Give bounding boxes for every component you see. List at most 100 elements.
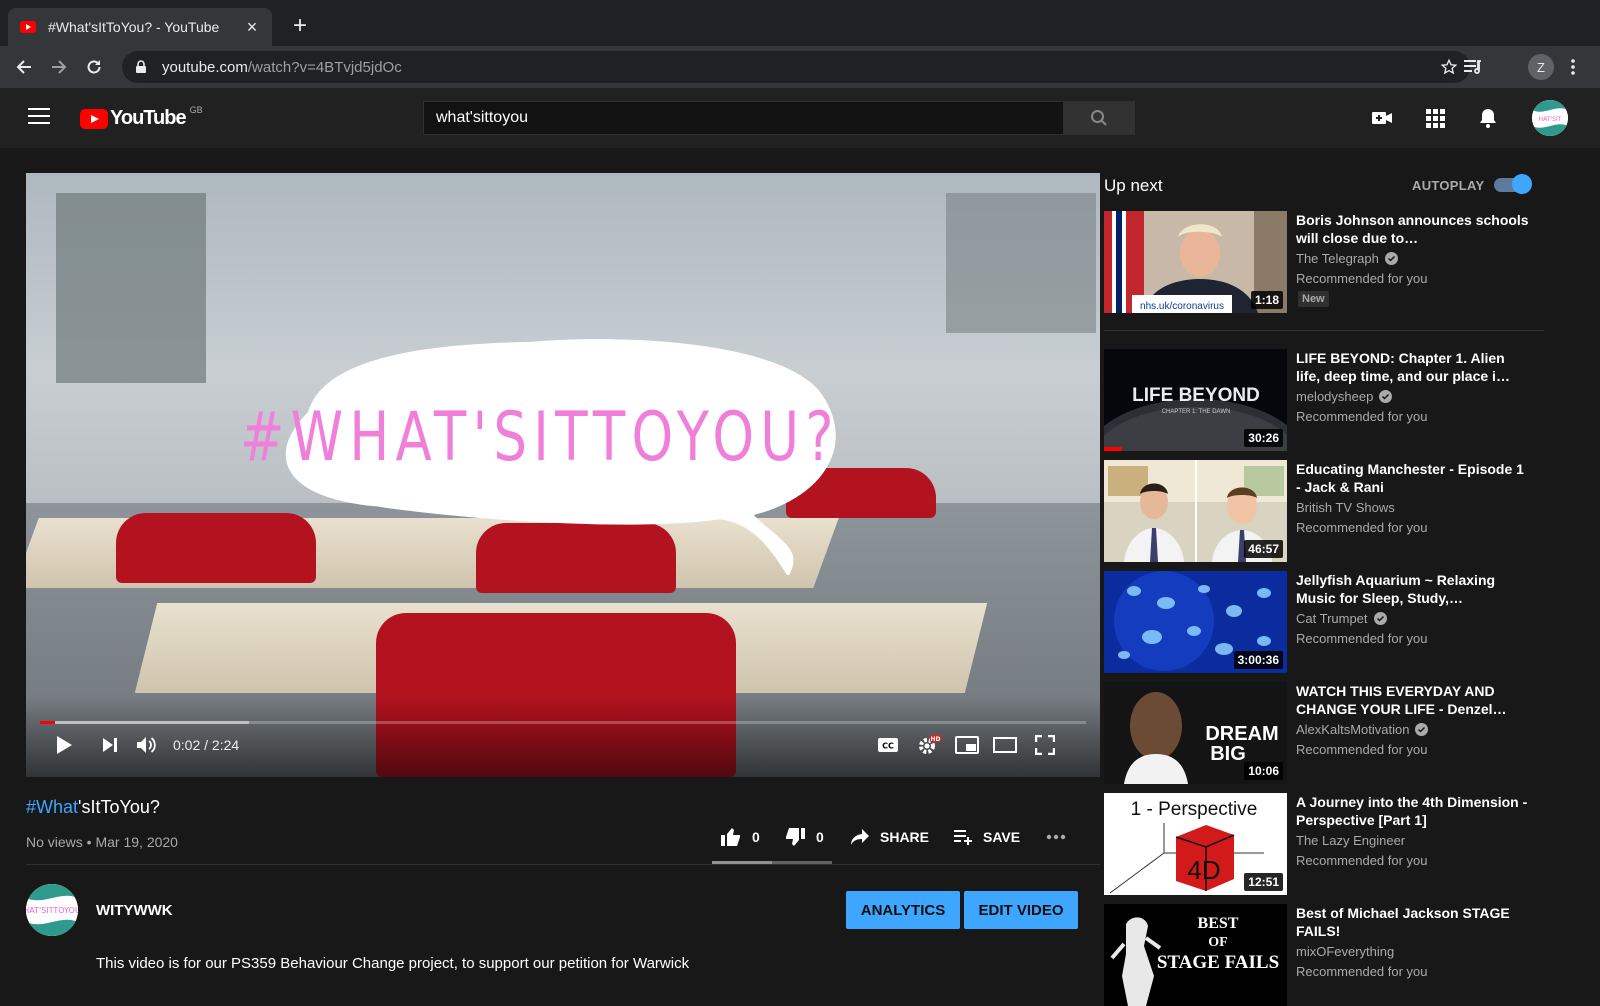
- back-icon[interactable]: [11, 54, 37, 80]
- address-bar[interactable]: youtube.com/watch?v=4BTvjd5jdOc: [122, 51, 1470, 83]
- recommended-video-channel[interactable]: The Telegraph: [1296, 251, 1398, 266]
- url-path: /watch?v=4BTvjd5jdOc: [247, 58, 402, 76]
- recommended-video-item[interactable]: DREAM BIG 10:06 WATCH THIS EVERYDAY AND …: [1104, 682, 1544, 784]
- recommended-video-item[interactable]: LIFE BEYOND CHAPTER 1: THE DAWN 30:26 LI…: [1104, 349, 1544, 451]
- thumb-subcaption: 4D: [1187, 855, 1220, 885]
- progress-played: [40, 721, 55, 724]
- channel-label: melodysheep: [1296, 389, 1374, 404]
- reload-icon[interactable]: [81, 54, 107, 80]
- recommended-label: Recommended for you: [1296, 271, 1428, 286]
- apps-grid-icon[interactable]: [1423, 106, 1447, 130]
- recommended-label: Recommended for you: [1296, 409, 1428, 424]
- channel-name[interactable]: WITYWWK: [96, 902, 173, 919]
- share-arrow-icon: [851, 829, 869, 845]
- recommended-video-channel[interactable]: Cat Trumpet: [1296, 611, 1387, 626]
- bookmark-star-icon[interactable]: [1440, 58, 1458, 76]
- recommended-video-item[interactable]: nhs.uk/coronavirus 1:18 Boris Johnson an…: [1104, 211, 1544, 313]
- account-avatar[interactable]: HAT'SIT: [1532, 100, 1568, 136]
- thumb-caption: DREAM: [1205, 723, 1278, 745]
- progress-buffer: [40, 721, 250, 724]
- recommended-video-channel[interactable]: melodysheep: [1296, 389, 1393, 404]
- recommended-video-title[interactable]: Best of Michael Jackson STAGE FAILS!: [1296, 904, 1532, 940]
- analytics-button[interactable]: ANALYTICS: [846, 891, 960, 929]
- progress-bar[interactable]: [40, 721, 1086, 724]
- video-duration: 10:06: [1244, 762, 1283, 780]
- recommended-label: Recommended for you: [1296, 964, 1428, 979]
- verified-check-icon: [1379, 390, 1393, 403]
- media-queue-icon[interactable]: [1460, 54, 1486, 80]
- url-host: youtube.com: [162, 58, 248, 76]
- youtube-logo[interactable]: YouTube GB: [80, 105, 203, 130]
- browser-tab[interactable]: #What'sItToYou? - YouTube ×: [8, 8, 272, 46]
- forward-icon[interactable]: [46, 54, 72, 80]
- video-thumbnail[interactable]: DREAM BIG 10:06: [1104, 682, 1287, 784]
- play-icon[interactable]: [52, 733, 76, 757]
- video-thumbnail[interactable]: nhs.uk/coronavirus 1:18: [1104, 211, 1287, 313]
- verified-check-icon: [1384, 252, 1398, 265]
- more-actions-icon[interactable]: [1046, 826, 1066, 848]
- svg-text:HD: HD: [930, 736, 940, 743]
- share-label: SHARE: [880, 829, 930, 845]
- recommended-video-title[interactable]: LIFE BEYOND: Chapter 1. Alien life, deep…: [1296, 349, 1532, 385]
- dislike-button[interactable]: 0: [784, 826, 824, 848]
- recommended-video-title[interactable]: WATCH THIS EVERYDAY AND CHANGE YOUR LIFE…: [1296, 682, 1532, 718]
- video-thumbnail[interactable]: 3:00:36: [1104, 571, 1287, 673]
- recommended-video-title[interactable]: Boris Johnson announces schools will clo…: [1296, 211, 1532, 247]
- lock-icon: [134, 60, 148, 74]
- sidebar-separator: [1104, 330, 1544, 331]
- create-video-icon[interactable]: [1370, 106, 1394, 130]
- recommended-video-channel[interactable]: AlexKaltsMotivation: [1296, 722, 1429, 737]
- verified-check-icon: [1415, 723, 1429, 736]
- video-thumbnail[interactable]: 1 - Perspective 4D 12:51: [1104, 793, 1287, 895]
- recommended-video-title[interactable]: A Journey into the 4th Dimension - Persp…: [1296, 793, 1532, 829]
- video-thumbnail[interactable]: BEST OF STAGE FAILS: [1104, 904, 1287, 1006]
- share-button[interactable]: SHARE: [850, 826, 929, 848]
- fullscreen-icon[interactable]: [1032, 733, 1058, 757]
- recommended-video-channel[interactable]: The Lazy Engineer: [1296, 833, 1405, 848]
- thumb-caption: LIFE BEYOND: [1132, 385, 1260, 406]
- recommended-video-item[interactable]: 3:00:36 Jellyfish Aquarium ~ Relaxing Mu…: [1104, 571, 1544, 673]
- guide-menu-icon[interactable]: [28, 108, 50, 126]
- tab-close-icon[interactable]: ×: [244, 18, 260, 36]
- edit-video-button[interactable]: EDIT VIDEO: [964, 891, 1078, 929]
- like-button[interactable]: 0: [720, 826, 760, 848]
- recommended-video-title[interactable]: Educating Manchester - Episode 1 - Jack …: [1296, 460, 1532, 496]
- browser-toolbar: youtube.com/watch?v=4BTvjd5jdOc Z: [0, 46, 1600, 88]
- recommended-video-item[interactable]: 1 - Perspective 4D 12:51 A Journey into …: [1104, 793, 1544, 895]
- video-thumbnail[interactable]: 46:57: [1104, 460, 1287, 562]
- settings-gear-icon[interactable]: HD: [916, 733, 942, 757]
- video-meta: No views • Mar 19, 2020: [26, 834, 178, 850]
- recommended-video-title[interactable]: Jellyfish Aquarium ~ Relaxing Music for …: [1296, 571, 1532, 607]
- recommended-video-item[interactable]: 46:57 Educating Manchester - Episode 1 -…: [1104, 460, 1544, 562]
- video-description: This video is for our PS359 Behaviour Ch…: [96, 955, 690, 972]
- logo-text: YouTube: [110, 107, 187, 129]
- recommended-video-channel[interactable]: mixOFeverything: [1296, 944, 1394, 959]
- search-button[interactable]: [1063, 101, 1135, 135]
- volume-icon[interactable]: [134, 733, 160, 757]
- recommended-video-item[interactable]: BEST OF STAGE FAILS Best of Michael Jack…: [1104, 904, 1544, 1006]
- autoplay-toggle-knob[interactable]: [1512, 174, 1532, 194]
- video-duration: 12:51: [1244, 873, 1283, 891]
- captions-icon[interactable]: CC: [876, 733, 900, 757]
- theater-mode-icon[interactable]: [992, 733, 1018, 757]
- video-title-hashtag[interactable]: #What: [26, 797, 78, 817]
- thumb-subcaption: OF: [1208, 935, 1227, 950]
- video-title-rest: 'sItToYou?: [78, 797, 160, 817]
- video-title: #What'sItToYou?: [26, 797, 160, 818]
- save-button[interactable]: SAVE: [953, 826, 1020, 848]
- tab-title: #What'sItToYou? - YouTube: [48, 19, 220, 35]
- browser-menu-icon[interactable]: [1560, 54, 1586, 80]
- video-player[interactable]: #WHAT'SITTOYOU? 0:02 / 2:24 CC HD: [26, 173, 1100, 777]
- recommended-video-channel[interactable]: British TV Shows: [1296, 500, 1395, 515]
- thumbs-up-icon: [721, 828, 740, 846]
- search-input[interactable]: what'sittoyou: [423, 101, 1063, 135]
- channel-label: British TV Shows: [1296, 500, 1395, 515]
- notifications-bell-icon[interactable]: [1476, 106, 1500, 130]
- browser-profile-avatar[interactable]: Z: [1528, 54, 1554, 80]
- next-video-icon[interactable]: [98, 733, 122, 757]
- video-thumbnail[interactable]: LIFE BEYOND CHAPTER 1: THE DAWN 30:26: [1104, 349, 1287, 451]
- channel-avatar[interactable]: HAT'SITTOYOU: [26, 884, 78, 936]
- miniplayer-icon[interactable]: [954, 733, 980, 757]
- search-icon: [1091, 110, 1107, 126]
- new-tab-icon[interactable]: +: [288, 14, 312, 38]
